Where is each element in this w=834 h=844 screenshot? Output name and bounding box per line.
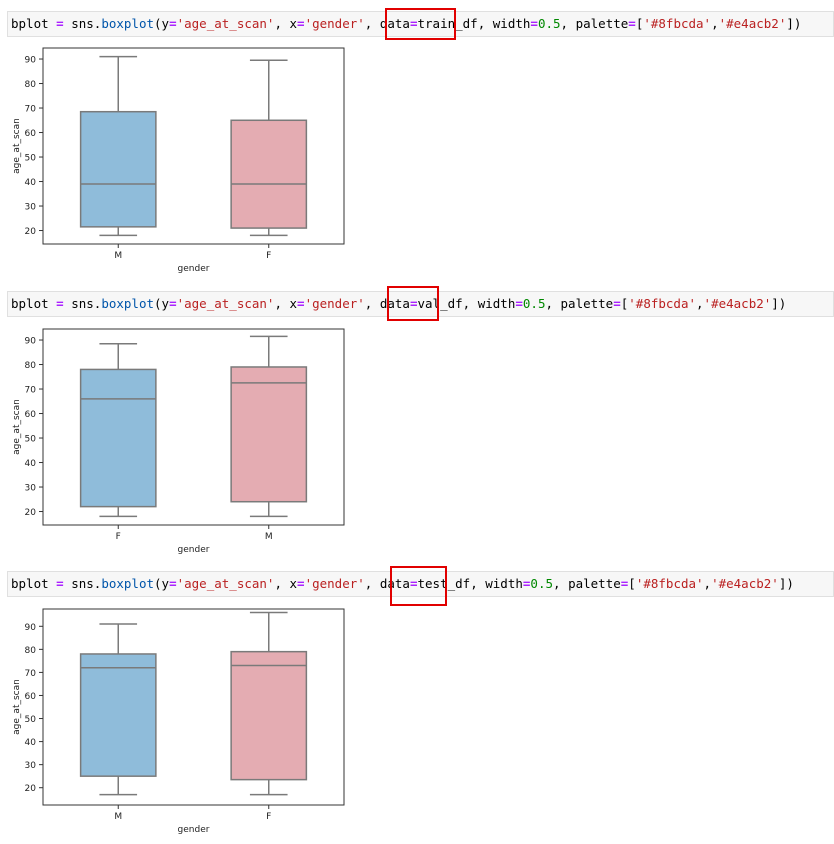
y-axis-label: age_at_scan [12,399,22,455]
highlight-box-val [387,286,439,321]
box-F [79,368,157,508]
boxplot-val: 20 30 40 50 60 70 80 90 F Mgender age_at_scan [12,328,345,555]
y-axis-label: age_at_scan [12,118,22,174]
y-tick-label: 80 [25,80,37,90]
x-tick-label: F [266,251,271,261]
y-tick-label: 30 [25,203,37,213]
y-axis-label: age_at_scan [12,679,22,735]
y-tick-label: 20 [25,784,37,794]
y-tick-label: 50 [25,154,37,164]
y-tick-label: 70 [25,669,37,679]
y-tick-label: 60 [25,410,37,420]
box-F [230,119,308,229]
box-M [79,110,157,228]
y-tick-label: 70 [25,386,37,396]
boxplot-train: 20 30 40 50 60 70 80 90 M Fgender age_at_scan [12,47,345,274]
y-tick-label: 90 [25,623,37,633]
x-axis-label: gender [178,545,210,555]
y-tick-label: 60 [25,692,37,702]
y-tick-label: 20 [25,508,37,518]
box-F [230,650,308,781]
y-tick-label: 40 [25,178,37,188]
y-tick-label: 90 [25,337,37,347]
y-tick-label: 40 [25,738,37,748]
x-axis-label: gender [178,264,210,274]
y-tick-label: 30 [25,484,37,494]
x-tick-label: M [114,251,122,261]
box-M [230,366,308,503]
x-tick-label: M [265,532,273,542]
boxplot-test: 20 30 40 50 60 70 80 90 M Fgender age_at_scan [12,608,345,835]
x-tick-label: F [266,812,271,822]
y-tick-label: 80 [25,361,37,371]
y-tick-label: 80 [25,646,37,656]
y-tick-label: 50 [25,715,37,725]
y-tick-label: 20 [25,227,37,237]
y-tick-label: 70 [25,105,37,115]
highlight-box-train [385,8,456,40]
y-tick-label: 90 [25,56,37,66]
y-tick-label: 30 [25,761,37,771]
y-tick-label: 50 [25,435,37,445]
x-axis-label: gender [178,825,210,835]
x-tick-label: M [114,812,122,822]
box-M [79,653,157,777]
y-tick-label: 60 [25,129,37,139]
highlight-box-test [390,566,447,606]
y-tick-label: 40 [25,459,37,469]
x-tick-label: F [116,532,121,542]
